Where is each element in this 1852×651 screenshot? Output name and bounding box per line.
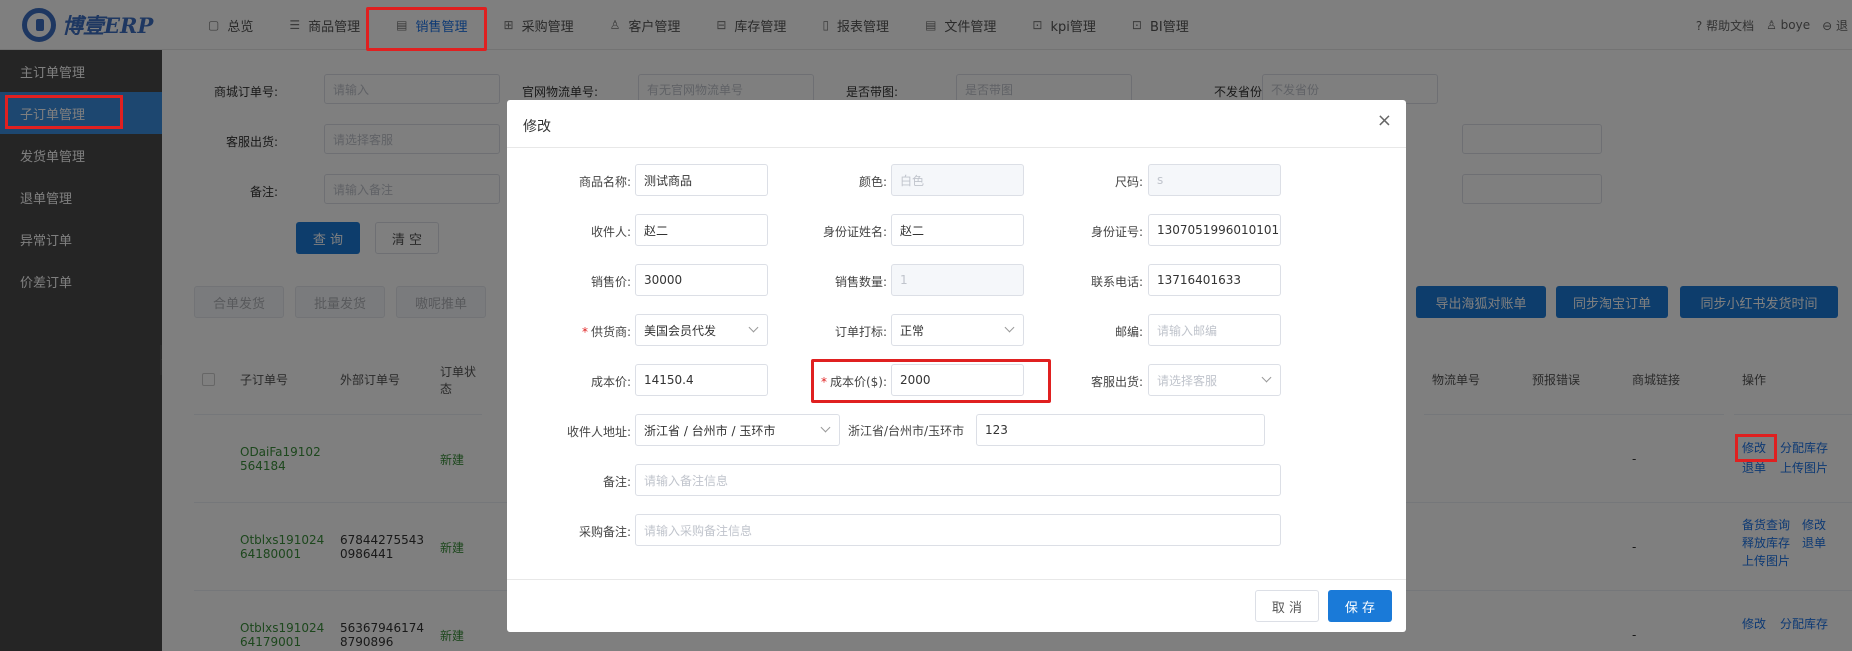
supplier-label: * 供货商: <box>581 325 631 339</box>
receiver-input[interactable]: 赵二 <box>635 214 768 246</box>
quantity-label: 销售数量: <box>834 275 887 289</box>
cost-input[interactable]: 14150.4 <box>635 364 768 396</box>
phone-label: 联系电话: <box>1090 275 1143 289</box>
color-input: 白色 <box>891 164 1024 196</box>
size-label: 尺码: <box>1114 175 1143 189</box>
id-name-input[interactable]: 赵二 <box>891 214 1024 246</box>
zip-label: 邮编: <box>1114 325 1143 339</box>
chevron-down-icon <box>1261 372 1272 383</box>
price-label: 销售价: <box>590 275 631 289</box>
edit-dialog: 修改 × 商品名称: 测试商品 颜色: 白色 尺码: s 收件人: 赵二 身份证… <box>507 100 1406 632</box>
order-tag-select[interactable]: 正常 <box>891 314 1024 346</box>
chevron-down-icon <box>820 422 831 433</box>
dialog-title: 修改 <box>523 119 551 135</box>
supplier-select[interactable]: 美国会员代发 <box>635 314 768 346</box>
highlight-box-edit <box>1735 434 1777 462</box>
id-name-label: 身份证姓名: <box>822 225 887 239</box>
divider <box>507 579 1406 580</box>
purchase-remark-label: 采购备注: <box>578 525 631 539</box>
quantity-input: 1 <box>891 264 1024 296</box>
region-cascader[interactable]: 浙江省 / 台州市 / 玉环市 <box>635 414 840 446</box>
order-tag-label: 订单打标: <box>834 325 887 339</box>
highlight-box-nav <box>366 7 487 51</box>
purchase-remark-input[interactable]: 请输入采购备注信息 <box>635 514 1281 546</box>
receiver-label: 收件人: <box>590 225 631 239</box>
cs-ship-select[interactable]: 请选择客服 <box>1148 364 1281 396</box>
highlight-box-sidebar <box>5 95 123 129</box>
product-name-label: 商品名称: <box>578 175 631 189</box>
chevron-down-icon <box>1004 322 1015 333</box>
color-label: 颜色: <box>858 175 887 189</box>
id-number-label: 身份证号: <box>1090 225 1143 239</box>
product-name-input[interactable]: 测试商品 <box>635 164 768 196</box>
close-icon[interactable]: × <box>1377 112 1392 130</box>
zip-input[interactable]: 请输入邮编 <box>1148 314 1281 346</box>
remark-label: 备注: <box>602 475 631 489</box>
cost-label: 成本价: <box>590 375 631 389</box>
region-text: 浙江省/台州市/玉环市 <box>848 424 965 438</box>
cancel-button[interactable]: 取 消 <box>1255 590 1319 622</box>
chevron-down-icon <box>748 322 759 333</box>
phone-input[interactable]: 13716401633 <box>1148 264 1281 296</box>
price-input[interactable]: 30000 <box>635 264 768 296</box>
id-number-input[interactable]: 130705199601010101 <box>1148 214 1281 246</box>
cs-ship-label: 客服出货: <box>1090 375 1143 389</box>
highlight-box-cost <box>811 359 1051 403</box>
size-input: s <box>1148 164 1281 196</box>
save-button[interactable]: 保 存 <box>1328 590 1392 622</box>
address-label: 收件人地址: <box>566 425 631 439</box>
address-input[interactable]: 123 <box>976 414 1265 446</box>
remark-input[interactable]: 请输入备注信息 <box>635 464 1281 496</box>
divider <box>507 147 1406 148</box>
